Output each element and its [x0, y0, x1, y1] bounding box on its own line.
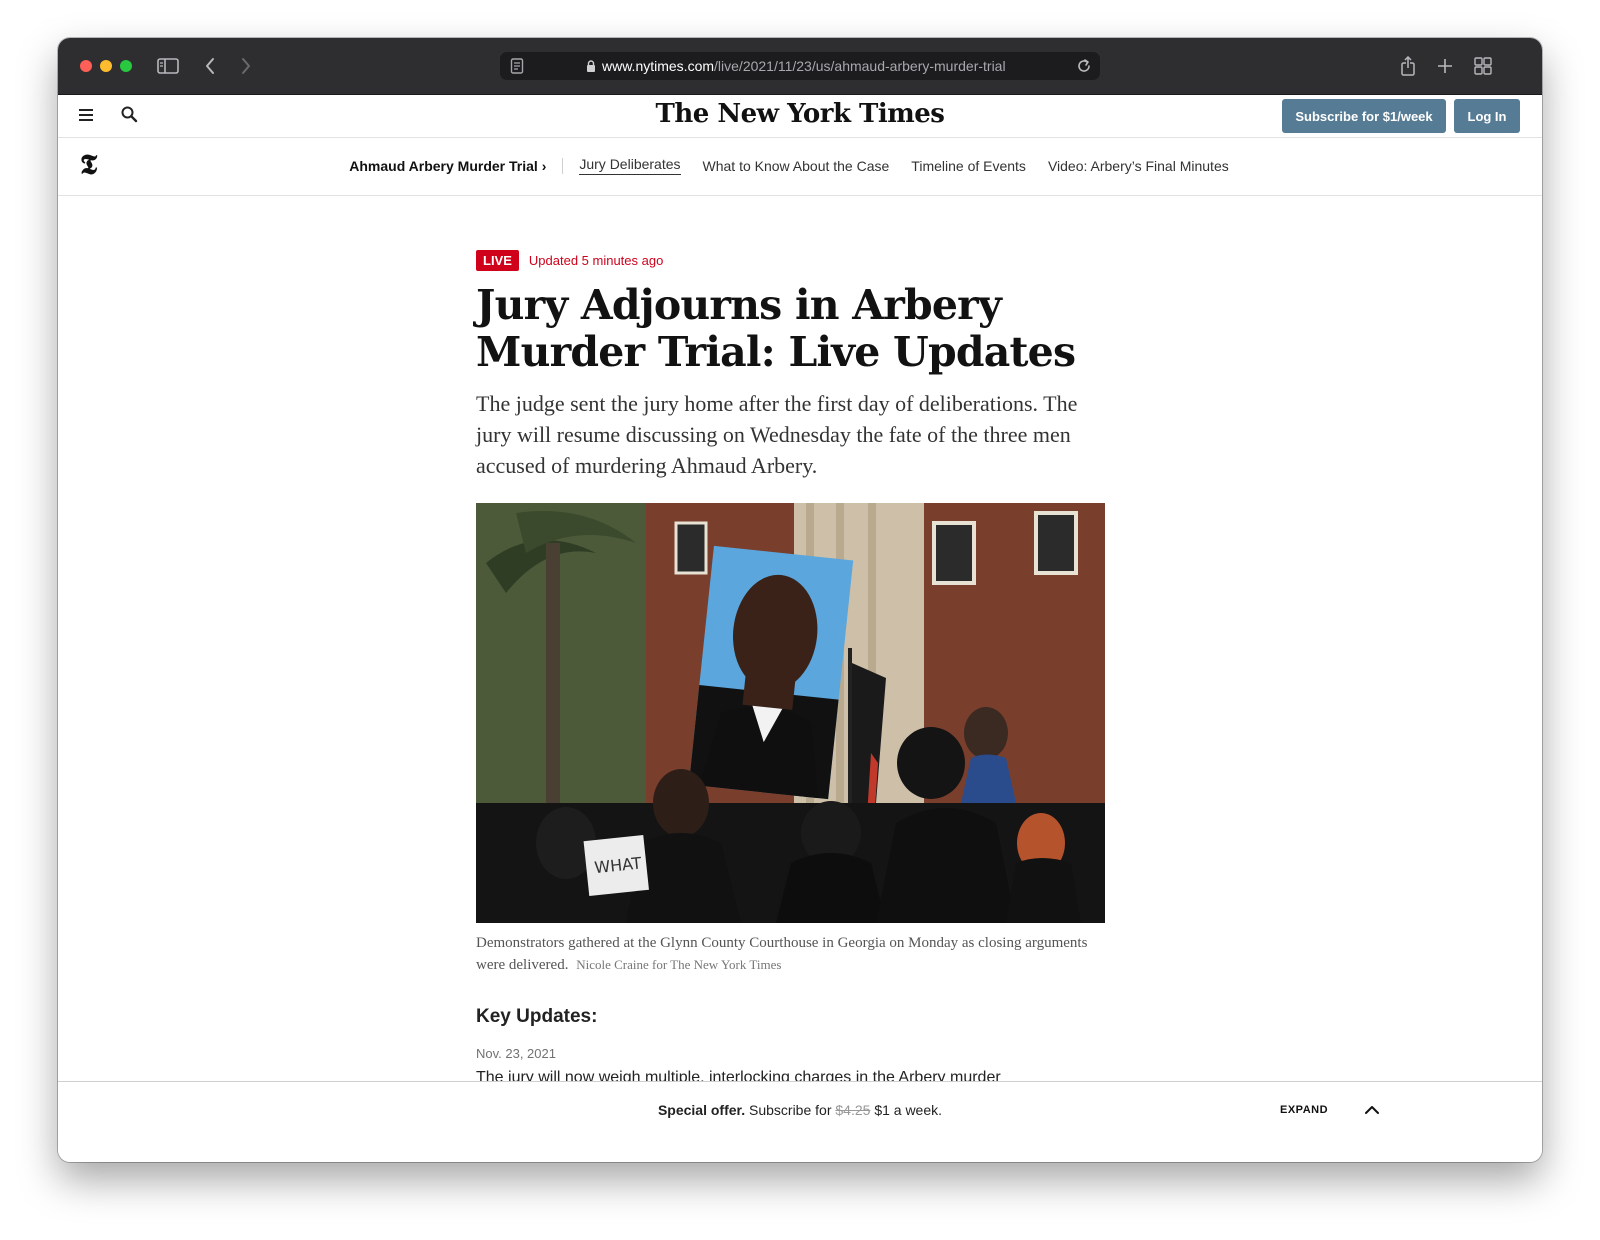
key-updates-heading: Key Updates:	[476, 1006, 598, 1027]
caption-text: Demonstrators gathered at the Glynn Coun…	[476, 935, 1088, 973]
tab-overview-icon[interactable]	[1469, 52, 1497, 80]
subscribe-button[interactable]: Subscribe for $1/week	[1282, 99, 1446, 133]
nav-item-video[interactable]: Video: Arbery’s Final Minutes	[1048, 158, 1229, 174]
article-summary: The judge sent the jury home after the f…	[476, 391, 1078, 478]
nav-trial-link[interactable]: Ahmaud Arbery Murder Trial ›	[349, 158, 546, 174]
expand-button[interactable]: EXPAND	[1280, 1104, 1328, 1116]
article: LIVE Updated 5 minutes ago Jury Adjourns…	[476, 248, 1116, 1089]
reload-icon[interactable]	[1076, 58, 1092, 74]
reader-icon[interactable]	[510, 58, 524, 74]
live-row: LIVE Updated 5 minutes ago	[476, 248, 1116, 272]
chevron-right-icon: ›	[541, 157, 547, 174]
browser-toolbar: www.nytimes.com/live/2021/11/23/us/ahmau…	[58, 38, 1542, 95]
nav-trial-label: Ahmaud Arbery Murder Trial	[349, 157, 538, 174]
photo-credit: Nicole Craine for The New York Times	[576, 957, 782, 972]
offer-text-before: Subscribe for	[749, 1102, 832, 1118]
address-bar[interactable]: www.nytimes.com/live/2021/11/23/us/ahmau…	[500, 52, 1100, 80]
key-update-date: Nov. 23, 2021	[476, 1046, 556, 1061]
url-domain: www.nytimes.com	[602, 58, 715, 74]
chevron-up-icon[interactable]	[1364, 1102, 1380, 1118]
nav-item-jury-deliberates[interactable]: Jury Deliberates	[579, 156, 681, 175]
section-nav: 𝕿 Ahmaud Arbery Murder Trial › Jury Deli…	[58, 138, 1542, 196]
article-headline: Jury Adjourns in Arbery Murder Trial: Li…	[476, 281, 1076, 376]
url-path: /live/2021/11/23/us/ahmaud-arbery-murder…	[714, 58, 1006, 74]
nav-item-timeline[interactable]: Timeline of Events	[911, 158, 1026, 174]
share-icon[interactable]	[1394, 52, 1422, 80]
new-tab-icon[interactable]	[1431, 52, 1459, 80]
section-nav-row: Ahmaud Arbery Murder Trial › Jury Delibe…	[58, 156, 1542, 175]
photo-caption: Demonstrators gathered at the Glynn Coun…	[476, 933, 1105, 976]
updated-timestamp: Updated 5 minutes ago	[528, 252, 664, 268]
site-header: The New York Times Subscribe for $1/week…	[58, 95, 1542, 138]
browser-window: www.nytimes.com/live/2021/11/23/us/ahmau…	[58, 38, 1542, 1162]
special-offer-bar: Special offer. Subscribe for $4.25 $1 a …	[58, 1081, 1542, 1162]
url-text[interactable]: www.nytimes.com/live/2021/11/23/us/ahmau…	[586, 52, 1006, 80]
offer-text-after: $1 a week.	[874, 1102, 943, 1118]
live-badge: LIVE	[476, 249, 519, 271]
lock-icon	[587, 60, 595, 72]
nav-item-what-to-know[interactable]: What to Know About the Case	[703, 158, 890, 174]
sidebar-icon[interactable]	[154, 52, 182, 80]
back-icon[interactable]	[196, 52, 224, 80]
offer-old-price: $4.25	[835, 1102, 871, 1118]
lead-photo[interactable]: WHAT	[476, 503, 1105, 923]
minimize-window-button[interactable]	[100, 60, 112, 72]
close-window-button[interactable]	[80, 60, 92, 72]
forward-icon[interactable]	[232, 52, 260, 80]
nav-divider	[562, 157, 564, 174]
offer-lead: Special offer.	[657, 1102, 746, 1118]
lead-photo-illustration: WHAT	[476, 503, 1105, 923]
zoom-window-button[interactable]	[120, 60, 132, 72]
login-button[interactable]: Log In	[1454, 99, 1520, 133]
